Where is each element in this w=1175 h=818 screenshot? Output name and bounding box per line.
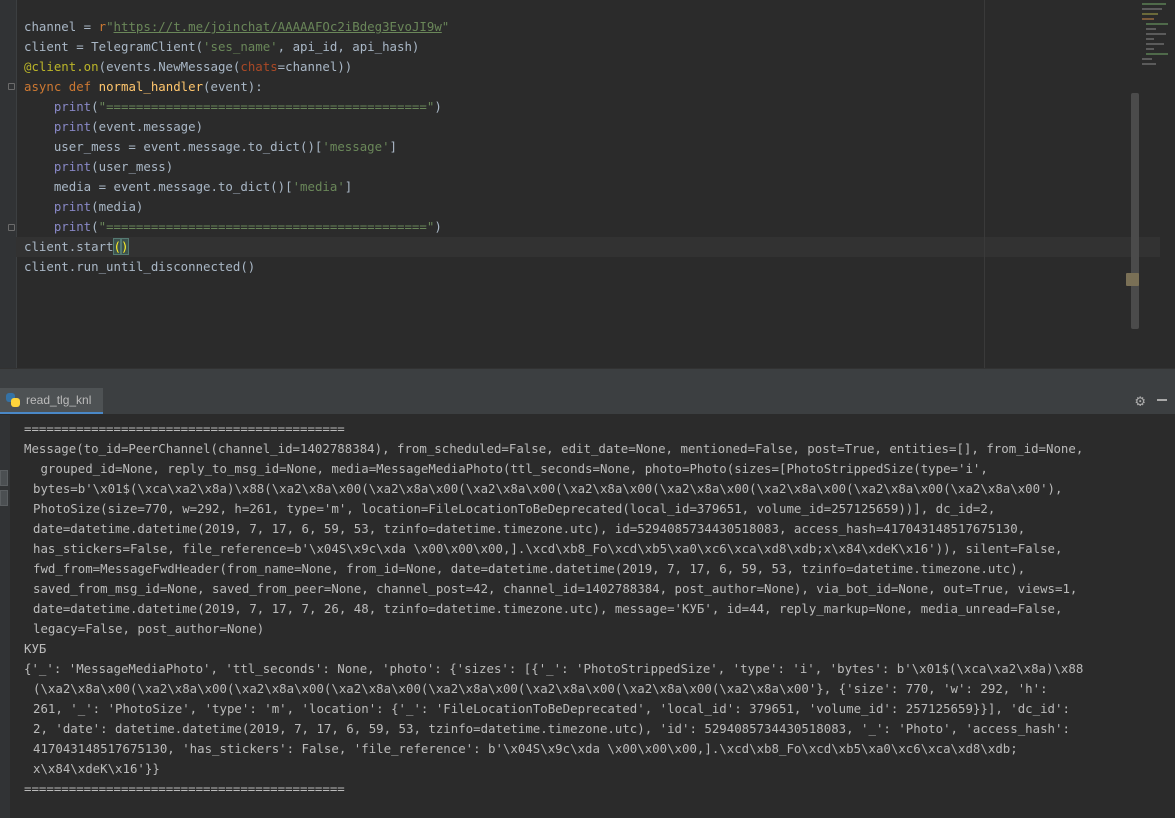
console-line: Message(to_id=PeerChannel(channel_id=140… — [24, 441, 1084, 456]
run-console[interactable]: ========================================… — [0, 415, 1175, 818]
code-line: async def normal_handler(event): — [24, 79, 263, 94]
console-line: (\xa2\x8a\x00(\xa2\x8a\x00(\xa2\x8a\x00(… — [33, 681, 1048, 696]
code-line: print("=================================… — [53, 219, 442, 234]
console-sidebar — [0, 415, 10, 818]
minimize-icon[interactable] — [1157, 399, 1167, 401]
console-line: fwd_from=MessageFwdHeader(from_name=None… — [33, 561, 1026, 576]
code-line: media = event.message.to_dict()['media'] — [24, 179, 353, 194]
code-line: user_mess = event.message.to_dict()['mes… — [24, 139, 398, 154]
string-literal: "=======================================… — [98, 99, 435, 114]
fold-marker-icon[interactable] — [8, 83, 15, 90]
code-line: channel = r"https://t.me/joinchat/AAAAAF… — [24, 19, 450, 34]
console-line: 2, 'date': datetime.datetime(2019, 7, 17… — [33, 721, 1070, 736]
console-line: date=datetime.datetime(2019, 7, 17, 7, 2… — [33, 601, 1063, 616]
minimap[interactable] — [1140, 0, 1175, 95]
code-line: client.run_until_disconnected() — [24, 259, 256, 274]
editor-scrollbar[interactable] — [1131, 93, 1139, 329]
console-line: 417043148517675130, 'has_stickers': Fals… — [33, 741, 1018, 756]
console-output: ========================================… — [24, 419, 1169, 799]
tab-read-tlg-knl[interactable]: read_tlg_knl — [0, 388, 104, 414]
console-line: 261, '_': 'PhotoSize', 'type': 'm', 'loc… — [33, 701, 1070, 716]
console-line: date=datetime.datetime(2019, 7, 17, 6, 5… — [33, 521, 1026, 536]
code-line: @client.on(events.NewMessage(chats=chann… — [24, 59, 353, 74]
code-line: print("=================================… — [53, 99, 442, 114]
code-link[interactable]: https://t.me/joinchat/AAAAAFOc2iBdeg3Evo… — [114, 19, 442, 34]
code-line: print(event.message) — [53, 119, 204, 134]
string-literal: "=======================================… — [98, 219, 435, 234]
code-area[interactable]: channel = r"https://t.me/joinchat/AAAAAF… — [16, 17, 1175, 277]
rerun-icon[interactable] — [0, 470, 8, 486]
editor-gutter — [0, 0, 17, 368]
stop-icon[interactable] — [0, 490, 8, 506]
fold-marker-icon[interactable] — [8, 224, 15, 231]
run-toolbar: read_tlg_knl ⚙ — [0, 388, 1175, 415]
console-line: saved_from_msg_id=None, saved_from_peer=… — [33, 581, 1078, 596]
console-line: has_stickers=False, file_reference=b'\x0… — [33, 541, 1063, 556]
run-tab-label: read_tlg_knl — [26, 393, 92, 407]
panel-splitter[interactable] — [0, 368, 1175, 389]
console-line: ========================================… — [24, 421, 345, 436]
right-margin-guide — [984, 0, 985, 368]
console-line: legacy=False, post_author=None) — [33, 621, 265, 636]
scrollbar-marker[interactable] — [1126, 273, 1139, 286]
console-line: bytes=b'\x01$(\xca\xa2\x8a)\x88(\xa2\x8a… — [33, 481, 1063, 496]
code-line-current: client.start() — [16, 237, 1160, 257]
code-line: client = TelegramClient('ses_name', api_… — [24, 39, 420, 54]
console-line: grouped_id=None, reply_to_msg_id=None, m… — [33, 461, 988, 476]
python-icon — [6, 393, 20, 407]
console-line: x\x84\xdeK\x16'}} — [33, 761, 160, 776]
console-line: {'_': 'MessageMediaPhoto', 'ttl_seconds'… — [24, 661, 1084, 676]
code-line: print(media) — [53, 199, 144, 214]
code-line: print(user_mess) — [53, 159, 174, 174]
console-line: ========================================… — [24, 781, 345, 796]
gear-icon[interactable]: ⚙ — [1135, 392, 1145, 410]
code-editor[interactable]: channel = r"https://t.me/joinchat/AAAAAF… — [0, 0, 1175, 368]
console-line: КУБ — [24, 641, 47, 656]
console-line: PhotoSize(size=770, w=292, h=261, type='… — [33, 501, 996, 516]
